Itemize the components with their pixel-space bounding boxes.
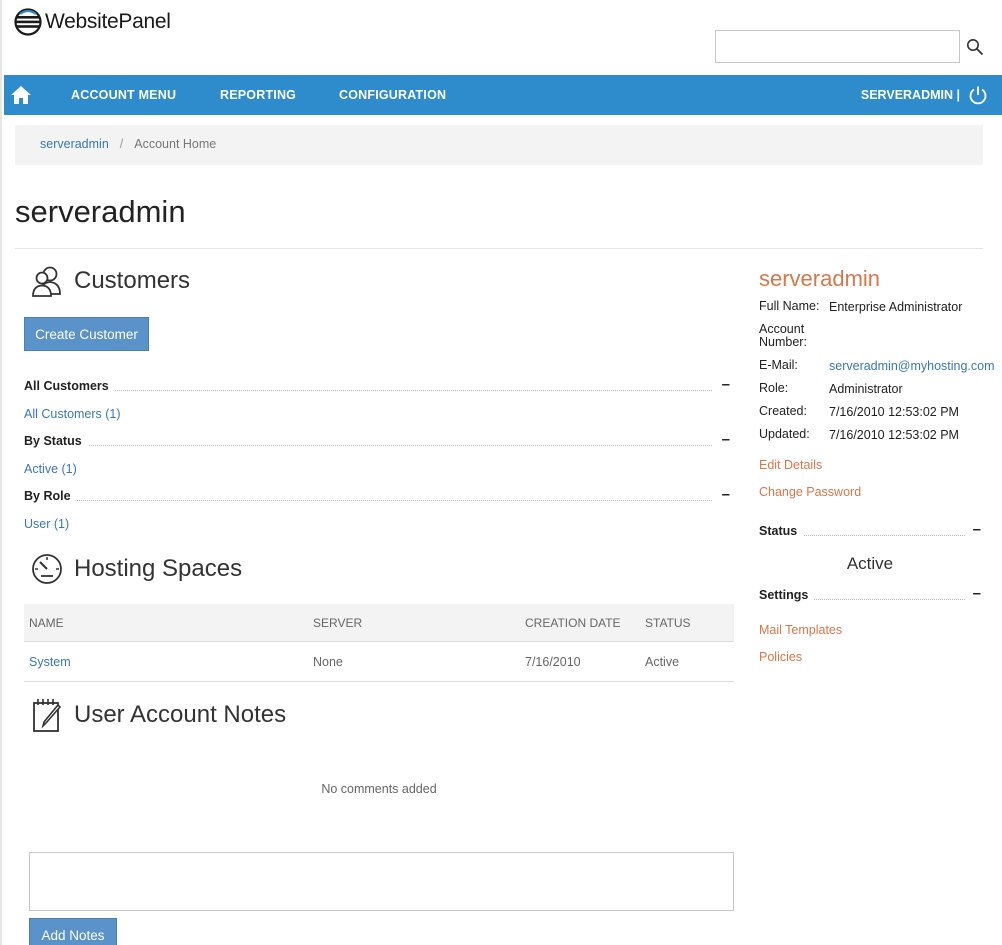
group-by-role: By Role – — [24, 486, 730, 507]
settings-group-title: Settings — [759, 588, 815, 602]
active-customers-link[interactable]: Active (1) — [24, 462, 77, 476]
group-title: All Customers — [24, 379, 115, 393]
logo-text: WebsitePanel — [45, 10, 171, 33]
notes-title: User Account Notes — [74, 701, 287, 728]
page-title: serveradmin — [15, 194, 186, 229]
group-title: By Status — [24, 434, 88, 448]
hosting-space-name-link[interactable]: System — [29, 655, 71, 669]
customers-title: Customers — [74, 267, 191, 294]
group-divider — [24, 445, 712, 446]
mail-templates-link[interactable]: Mail Templates — [759, 623, 842, 637]
edit-details-link[interactable]: Edit Details — [759, 458, 822, 472]
title-divider — [15, 248, 983, 249]
hosting-space-status: Active — [645, 655, 680, 669]
notepad-icon — [33, 699, 62, 732]
nav-reporting[interactable]: REPORTING — [220, 88, 296, 102]
collapse-toggle[interactable]: – — [973, 585, 981, 602]
breadcrumb-current: Account Home — [134, 137, 217, 151]
collapse-toggle[interactable]: – — [973, 521, 981, 538]
all-customers-link[interactable]: All Customers (1) — [24, 407, 121, 421]
column-header-creation-date[interactable]: CREATION DATE — [525, 616, 621, 630]
email-label: E-Mail: — [759, 358, 798, 372]
nav-user-menu[interactable]: SERVERADMIN | — [861, 88, 960, 102]
change-password-link[interactable]: Change Password — [759, 485, 861, 499]
column-header-name[interactable]: NAME — [29, 616, 64, 630]
hosting-spaces-header: Hosting Spaces — [30, 552, 242, 586]
no-comments-text: No comments added — [321, 782, 437, 796]
full-name-value: Enterprise Administrator — [829, 300, 963, 314]
hosting-space-server: None — [313, 655, 343, 669]
status-group: Status – — [759, 521, 981, 542]
customers-icon — [32, 266, 61, 297]
settings-group: Settings – — [759, 585, 981, 606]
column-header-server[interactable]: SERVER — [313, 616, 362, 630]
collapse-toggle[interactable]: – — [722, 431, 730, 448]
logo[interactable]: WebsitePanel — [14, 8, 171, 36]
nav-configuration[interactable]: CONFIGURATION — [339, 88, 446, 102]
user-role-link[interactable]: User (1) — [24, 517, 69, 531]
search-icon — [967, 39, 984, 56]
updated-value: 7/16/2010 12:53:02 PM — [829, 428, 959, 442]
home-icon — [11, 86, 31, 104]
group-divider — [24, 500, 712, 501]
home-button[interactable] — [10, 85, 32, 105]
group-divider — [24, 390, 712, 391]
hosting-space-creation-date: 7/16/2010 — [525, 655, 581, 669]
account-title: serveradmin — [759, 266, 881, 291]
status-group-title: Status — [759, 524, 804, 538]
full-name-label: Full Name: — [759, 299, 820, 313]
created-value: 7/16/2010 12:53:02 PM — [829, 405, 959, 419]
power-icon — [969, 86, 987, 105]
account-number-label-line2: Number: — [759, 335, 807, 349]
role-label: Role: — [759, 381, 789, 395]
group-by-status: By Status – — [24, 431, 730, 452]
logout-button[interactable] — [968, 85, 988, 105]
updated-label: Updated: — [759, 427, 810, 441]
create-customer-button[interactable]: Create Customer — [24, 317, 149, 351]
logo-globe-icon — [14, 8, 42, 36]
column-header-status[interactable]: STATUS — [645, 616, 691, 630]
hosting-spaces-title: Hosting Spaces — [74, 555, 243, 582]
page-frame: WebsitePanel ACCOUNT MENU REPORTING CONF… — [0, 0, 1002, 945]
group-all-customers: All Customers – — [24, 376, 730, 397]
gauge-icon — [32, 554, 62, 584]
breadcrumb: serveradmin / Account Home — [15, 125, 983, 165]
collapse-toggle[interactable]: – — [722, 376, 730, 393]
email-link[interactable]: serveradmin@myhosting.com — [829, 359, 995, 373]
role-value: Administrator — [829, 382, 903, 396]
notes-textarea[interactable] — [29, 852, 734, 911]
breadcrumb-link-serveradmin[interactable]: serveradmin — [40, 137, 109, 151]
policies-link[interactable]: Policies — [759, 650, 802, 664]
breadcrumb-separator: / — [119, 137, 124, 151]
account-status-value: Active — [846, 554, 894, 573]
notes-header: User Account Notes — [30, 697, 286, 733]
main-navbar: ACCOUNT MENU REPORTING CONFIGURATION SER… — [4, 75, 1002, 115]
collapse-toggle[interactable]: – — [722, 486, 730, 503]
search-input[interactable] — [715, 30, 960, 63]
search-button[interactable] — [964, 36, 986, 58]
hosting-table-header: NAME SERVER CREATION DATE STATUS — [24, 604, 734, 642]
nav-account-menu[interactable]: ACCOUNT MENU — [71, 88, 176, 102]
created-label: Created: — [759, 404, 807, 418]
table-row: System None 7/16/2010 Active — [24, 642, 734, 682]
group-title: By Role — [24, 489, 77, 503]
add-notes-button[interactable]: Add Notes — [29, 918, 117, 945]
customers-header: Customers — [30, 264, 190, 298]
